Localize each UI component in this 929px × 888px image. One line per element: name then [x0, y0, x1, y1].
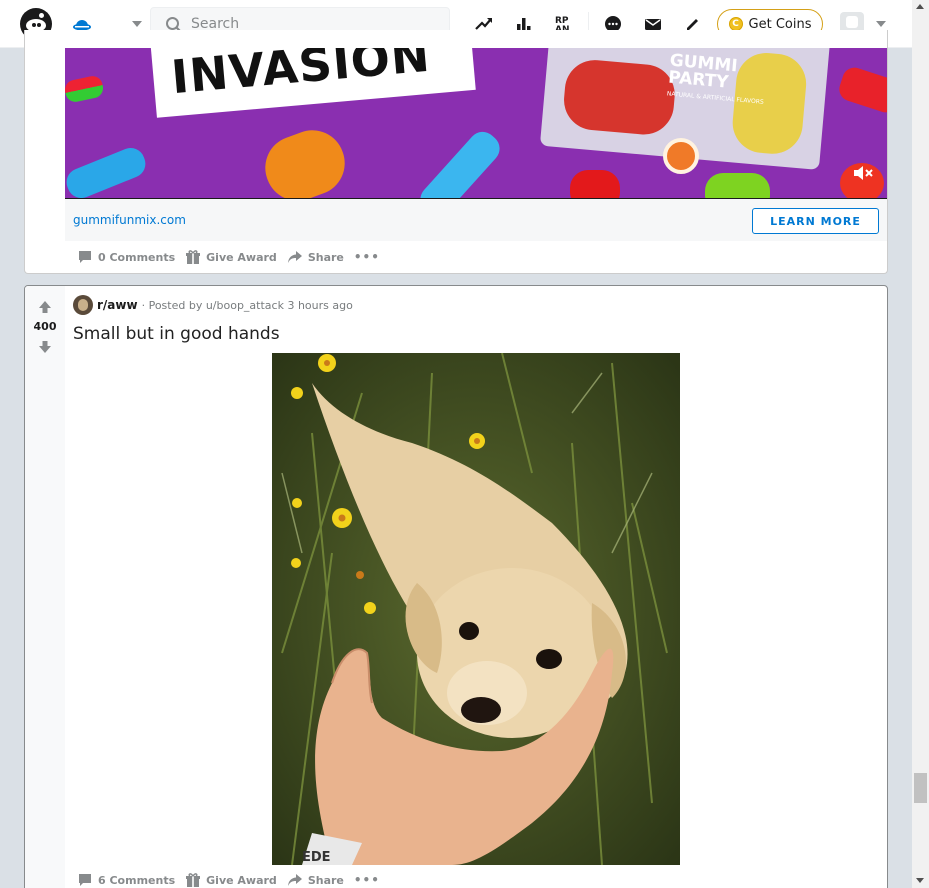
share-label: Share [307, 873, 344, 887]
red-bear-gummy [570, 170, 620, 198]
give-award-label: Give Award [206, 250, 277, 264]
puppy-photo[interactable]: EDE [272, 353, 680, 865]
scroll-up-arrow-icon[interactable] [916, 4, 924, 9]
cherry-gummy [561, 57, 678, 137]
post-action-bar: 6 Comments Give Award Share ••• [73, 869, 384, 888]
ad-headline-text: INVASION [169, 48, 433, 105]
subreddit-link[interactable]: r/aww [97, 298, 138, 312]
puppy-illustration: EDE [272, 353, 680, 865]
user-menu-chevron-icon[interactable] [876, 21, 886, 27]
give-award-label: Give Award [206, 873, 277, 887]
scroll-down-arrow-icon[interactable] [916, 878, 924, 883]
upvote-arrow-icon[interactable] [38, 300, 52, 314]
learn-more-button[interactable]: LEARN MORE [752, 208, 879, 234]
gift-icon [186, 250, 201, 264]
logo-antenna [39, 13, 44, 18]
package-brand: GUMMI PARTY [667, 50, 739, 93]
comments-label: 0 Comments [98, 250, 176, 264]
logo-eye-left [32, 23, 36, 27]
post-title[interactable]: Small but in good hands [73, 324, 280, 344]
share-button[interactable]: Share [283, 246, 348, 268]
gift-icon [186, 873, 201, 887]
give-award-button[interactable]: Give Award [181, 869, 281, 888]
give-award-button[interactable]: Give Award [181, 246, 281, 268]
more-options-button[interactable]: ••• [350, 869, 384, 888]
swirl-gummy [663, 138, 699, 174]
ad-headline-sign: INVASION [150, 48, 476, 118]
comment-icon [79, 251, 91, 263]
post-meta: r/aww · Posted by u/boop_attack 3 hours … [73, 295, 353, 315]
svg-text:EDE: EDE [302, 850, 331, 865]
share-icon [287, 251, 302, 263]
green-bear-gummy [705, 173, 770, 198]
post-card[interactable]: 400 r/aww · Posted by u/boop_attack 3 ho… [24, 285, 888, 888]
coin-icon: C [728, 17, 743, 31]
blue-shark-gummy [414, 126, 506, 198]
comments-button[interactable]: 6 Comments [73, 869, 179, 888]
comments-label: 6 Comments [98, 873, 176, 887]
vote-column: 400 [25, 286, 65, 888]
green-worm-gummy [65, 74, 105, 104]
vote-score: 400 [33, 320, 57, 333]
orange-bear-gummy [256, 121, 354, 198]
downvote-arrow-icon[interactable] [38, 340, 52, 354]
scrollbar-thumb[interactable] [914, 773, 927, 803]
comment-icon [79, 874, 91, 886]
red-worm-gummy [836, 64, 887, 116]
promoted-post-card: INVASION GUMMI PARTY NATURAL & ARTIFICIA… [24, 30, 888, 274]
mute-icon[interactable] [852, 164, 874, 182]
avatar-head [846, 16, 858, 28]
ad-banner-image[interactable]: INVASION GUMMI PARTY NATURAL & ARTIFICIA… [65, 48, 887, 198]
ad-action-bar: 0 Comments Give Award Share ••• [73, 246, 384, 268]
blue-shark-gummy [65, 143, 150, 198]
ad-footer: gummifunmix.com LEARN MORE [65, 198, 887, 241]
ad-domain-link[interactable]: gummifunmix.com [73, 213, 186, 227]
share-label: Share [307, 250, 344, 264]
share-icon [287, 874, 302, 886]
share-button[interactable]: Share [283, 869, 348, 888]
comments-button[interactable]: 0 Comments [73, 246, 179, 268]
posted-by-text: · Posted by u/boop_attack 3 hours ago [141, 298, 353, 312]
logo-eye-right [37, 23, 41, 27]
community-dropdown-chevron-icon[interactable] [132, 21, 142, 27]
subreddit-icon[interactable] [73, 295, 93, 315]
more-options-button[interactable]: ••• [350, 246, 384, 268]
page-scrollbar[interactable] [912, 0, 929, 888]
